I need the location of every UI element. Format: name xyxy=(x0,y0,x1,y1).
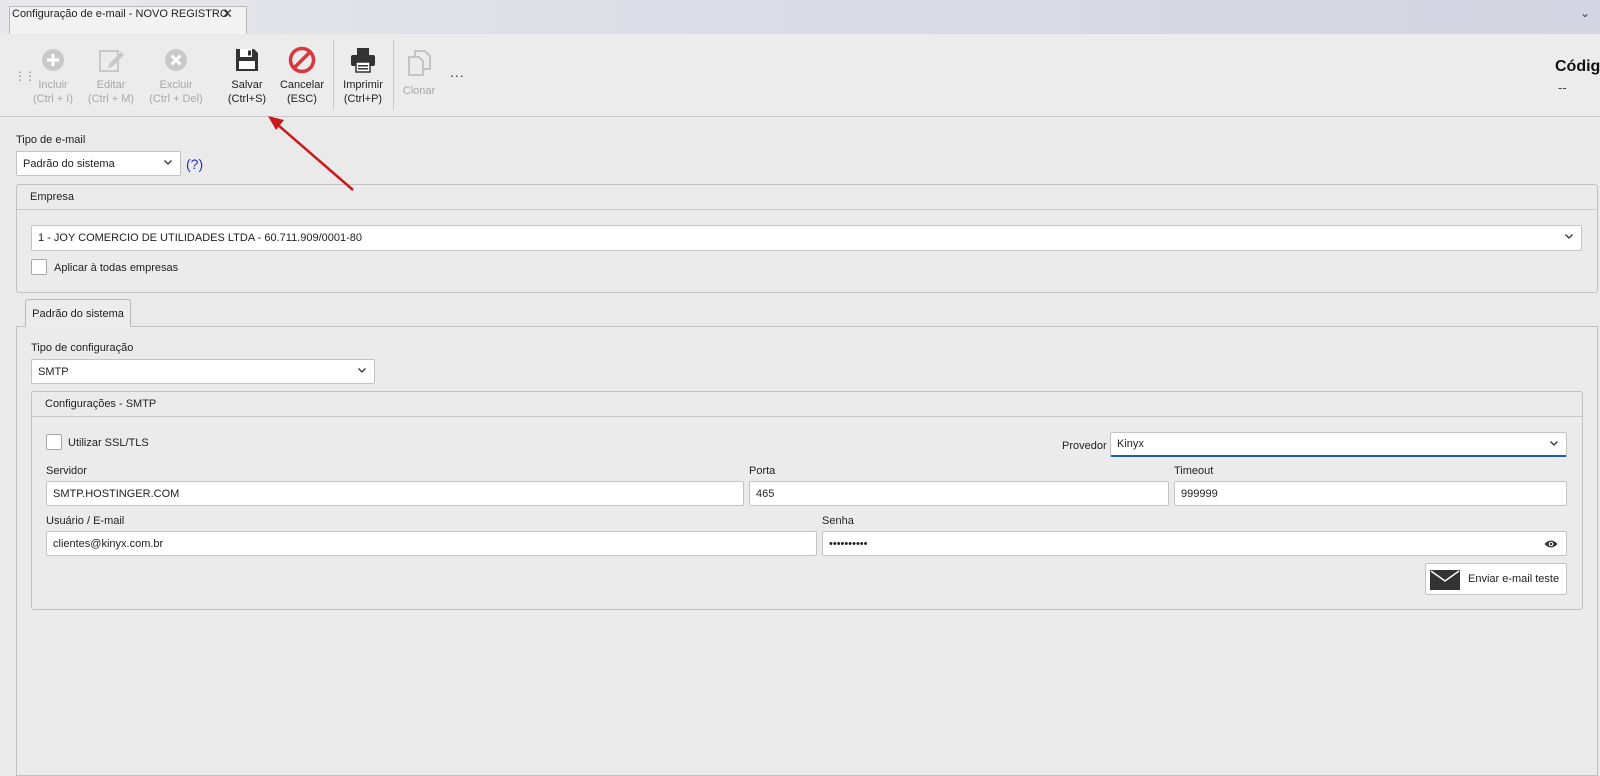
copy-icon xyxy=(408,50,431,76)
incluir-button[interactable]: Incluir (Ctrl + I) xyxy=(23,42,83,106)
chevron-down-icon xyxy=(164,160,172,165)
chevron-down-icon xyxy=(1565,234,1573,239)
editar-button[interactable]: Editar (Ctrl + M) xyxy=(81,42,141,106)
imprimir-label: Imprimir xyxy=(343,79,383,91)
editar-shortcut: (Ctrl + M) xyxy=(87,93,135,105)
chevron-down-icon[interactable]: ⌄ xyxy=(1580,6,1590,20)
toolbar: ⋮⋮ Incluir (Ctrl + I) Editar (Ctrl + M) … xyxy=(0,34,1600,117)
senha-input[interactable]: •••••••••• xyxy=(822,531,1567,556)
close-icon[interactable]: ✕ xyxy=(222,6,233,22)
empresa-value: 1 - JOY COMERCIO DE UTILIDADES LTDA - 60… xyxy=(38,232,363,244)
tipo-email-select[interactable]: Padrão do sistema xyxy=(16,151,181,176)
empresa-group-title: Empresa xyxy=(17,185,1597,210)
editar-label: Editar xyxy=(96,79,126,91)
usuario-label: Usuário / E-mail xyxy=(46,515,125,527)
imprimir-button[interactable]: Imprimir (Ctrl+P) xyxy=(333,42,393,106)
eye-icon[interactable] xyxy=(1544,538,1558,550)
porta-label: Porta xyxy=(749,465,776,477)
servidor-label: Servidor xyxy=(46,465,87,477)
senha-label: Senha xyxy=(822,515,854,527)
timeout-label: Timeout xyxy=(1174,465,1214,477)
chevron-down-icon xyxy=(358,368,366,373)
codigo-value: -- xyxy=(1558,80,1567,95)
tipo-email-label: Tipo de e-mail xyxy=(16,134,86,146)
edit-icon xyxy=(99,50,124,72)
cancel-icon xyxy=(288,46,316,74)
tipo-email-value: Padrão do sistema xyxy=(23,157,115,170)
more-options-button[interactable]: ... xyxy=(450,64,465,80)
enviar-email-teste-label: Enviar e-mail teste xyxy=(1468,573,1560,585)
floppy-disk-icon xyxy=(236,49,258,71)
empresa-select[interactable]: 1 - JOY COMERCIO DE UTILIDADES LTDA - 60… xyxy=(31,225,1582,251)
cancelar-shortcut: (ESC) xyxy=(287,93,317,105)
tipo-config-label: Tipo de configuração xyxy=(31,342,134,354)
codigo-label: Códig xyxy=(1555,58,1600,75)
ssl-tls-checkbox[interactable] xyxy=(46,434,62,450)
tab-padrao-sistema[interactable]: Padrão do sistema xyxy=(25,299,131,327)
aplicar-todas-checkbox[interactable] xyxy=(31,259,47,275)
provedor-label: Provedor xyxy=(1062,440,1107,452)
usuario-input[interactable]: clientes@kinyx.com.br xyxy=(46,531,817,556)
provedor-select[interactable]: Kinyx xyxy=(1110,432,1567,457)
salvar-shortcut: (Ctrl+S) xyxy=(227,93,267,105)
timeout-input[interactable]: 999999 xyxy=(1174,481,1567,506)
tipo-config-select[interactable]: SMTP xyxy=(31,359,375,384)
envelope-icon xyxy=(1430,570,1460,590)
smtp-group-title: Configurações - SMTP xyxy=(32,392,1582,417)
excluir-label: Excluir xyxy=(159,79,193,91)
clonar-button[interactable]: Clonar xyxy=(389,42,449,98)
provedor-value: Kinyx xyxy=(1117,438,1144,450)
printer-icon xyxy=(351,48,375,73)
tipo-config-value: SMTP xyxy=(38,365,69,378)
document-tab-title[interactable]: Configuração de e-mail - NOVO REGISTRO xyxy=(12,8,228,20)
senha-value: •••••••••• xyxy=(829,537,868,550)
servidor-input[interactable]: SMTP.HOSTINGER.COM xyxy=(46,481,744,506)
imprimir-shortcut: (Ctrl+P) xyxy=(343,93,383,105)
salvar-button[interactable]: Salvar (Ctrl+S) xyxy=(217,42,277,106)
aplicar-todas-label: Aplicar à todas empresas xyxy=(54,262,179,274)
cancelar-button[interactable]: Cancelar (ESC) xyxy=(272,42,332,106)
porta-input[interactable]: 465 xyxy=(749,481,1169,506)
incluir-shortcut: (Ctrl + I) xyxy=(32,93,74,105)
help-link[interactable]: (?) xyxy=(186,156,203,172)
plus-circle-icon xyxy=(42,49,64,71)
salvar-label: Salvar xyxy=(231,79,263,91)
excluir-button[interactable]: Excluir (Ctrl + Del) xyxy=(146,42,206,106)
chevron-down-icon xyxy=(1550,441,1558,446)
ssl-tls-label: Utilizar SSL/TLS xyxy=(68,437,149,449)
cancelar-label: Cancelar xyxy=(279,79,325,91)
excluir-shortcut: (Ctrl + Del) xyxy=(149,93,203,105)
x-circle-icon xyxy=(165,49,187,71)
clonar-label: Clonar xyxy=(402,85,436,97)
incluir-label: Incluir xyxy=(38,79,68,91)
enviar-email-teste-button[interactable]: Enviar e-mail teste xyxy=(1425,563,1567,595)
